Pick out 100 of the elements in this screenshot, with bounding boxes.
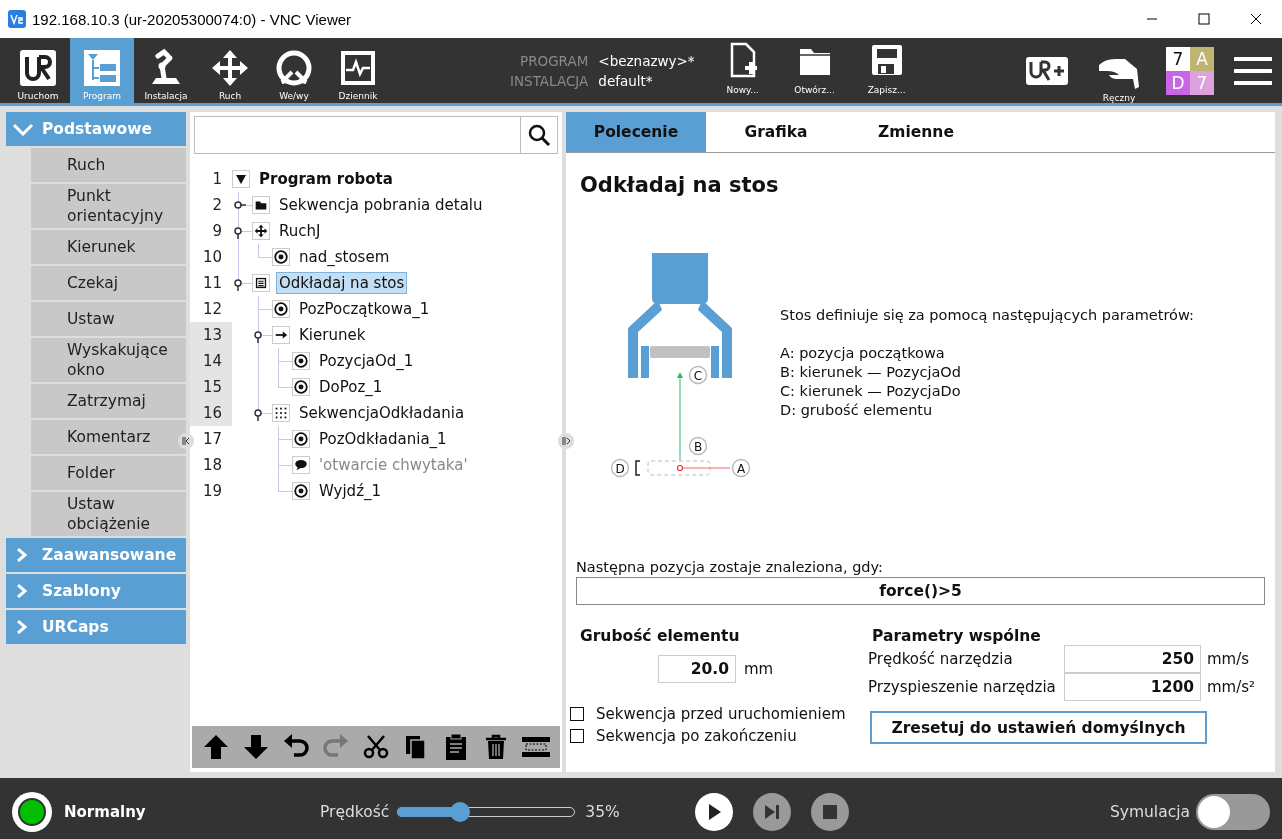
tree-node[interactable]: Wyjdź_1 xyxy=(316,480,385,502)
common-params-title: Parametry wspólne xyxy=(872,627,1042,645)
maximize-icon[interactable] xyxy=(1198,13,1210,25)
chevron-icon xyxy=(12,122,34,136)
line-number: 10 xyxy=(201,247,223,268)
speed-grid[interactable]: 7 A D 7 xyxy=(1166,46,1214,95)
open-file-button[interactable]: Otwórz... xyxy=(782,38,847,103)
program-name: <beznazwy>* xyxy=(598,51,695,71)
menu-icon[interactable] xyxy=(1234,55,1272,86)
parameter-text: D: grubość elementu xyxy=(780,401,934,420)
tree-node[interactable]: PozOdkładania_1 xyxy=(316,428,450,450)
plus-logo-icon[interactable] xyxy=(1026,56,1068,85)
line-number: 17 xyxy=(201,429,223,450)
comment-icon xyxy=(292,456,310,474)
checkbox[interactable] xyxy=(570,729,584,743)
parameter-text: C: kierunek — PozycjaDo xyxy=(780,382,962,401)
condition-label: Następna pozycja zostaje znaleziona, gdy: xyxy=(576,559,884,575)
search-field[interactable] xyxy=(194,116,558,154)
arrow-down-icon[interactable] xyxy=(242,733,270,761)
command-item[interactable]: Ruch xyxy=(31,148,186,182)
waveform-icon xyxy=(338,48,378,88)
line-number: 18 xyxy=(201,455,223,476)
line-number: 13 xyxy=(190,322,232,348)
splitter-handle-icon[interactable] xyxy=(558,433,574,449)
checkbox-label: Sekwencja przed uruchomieniem xyxy=(596,705,846,723)
expand-handle[interactable] xyxy=(254,409,262,421)
tree-node[interactable]: SekwencjaOdkładania xyxy=(296,402,468,424)
tree-node[interactable]: Program robota xyxy=(256,168,396,190)
expand-toggle-icon[interactable] xyxy=(232,170,250,188)
parameter-field[interactable]: 250 xyxy=(1064,645,1201,673)
expand-handle[interactable] xyxy=(234,201,246,209)
parameter-field[interactable]: 1200 xyxy=(1064,673,1201,701)
tree-node[interactable]: Sekwencja pobrania detalu xyxy=(276,194,486,216)
stack-outline xyxy=(647,460,711,476)
waypoint-icon xyxy=(292,430,310,448)
line-number: 19 xyxy=(201,481,223,502)
line-number: 15 xyxy=(190,374,232,400)
installation-label: INSTALACJA xyxy=(510,71,589,91)
arrow-up-icon[interactable] xyxy=(202,733,230,761)
program-label: PROGRAM xyxy=(519,51,589,71)
tree-node[interactable]: PozPoczątkowa_1 xyxy=(296,298,433,320)
tree-node[interactable]: Odkładaj na stos xyxy=(276,272,408,294)
speed-reading: 35% xyxy=(585,802,621,821)
description-text: Stos definiuje się za pomocą następujących parametrów: xyxy=(780,306,1194,325)
thickness-field[interactable]: 20.0 xyxy=(658,655,736,683)
expand-handle[interactable] xyxy=(254,331,262,343)
tree-node[interactable]: Kierunek xyxy=(296,324,369,346)
command-item[interactable]: Ustaw xyxy=(31,302,186,336)
point-label: B xyxy=(688,436,708,456)
line-number: 12 xyxy=(201,299,223,320)
command-item[interactable]: Wyskakujące okno xyxy=(31,338,186,382)
point-label: A xyxy=(731,458,751,478)
command-item[interactable]: Ustaw obciążenie xyxy=(31,492,186,536)
tree-node[interactable]: RuchJ xyxy=(276,220,324,242)
expand-handle[interactable] xyxy=(234,227,242,239)
command-item[interactable]: Komentarz xyxy=(31,420,186,454)
unit-label: mm/s xyxy=(1207,650,1251,668)
window-title: 192.168.10.3 (ur-20205300074:0) - VNC Viewer xyxy=(32,10,353,28)
tree-node[interactable]: DoPoz_1 xyxy=(316,376,386,398)
tab[interactable]: Polecenie xyxy=(566,112,706,152)
line-number: 14 xyxy=(190,348,232,374)
save-file-button[interactable]: Zapisz... xyxy=(854,38,919,103)
sequence-icon xyxy=(272,404,290,422)
command-title: Odkładaj na stos xyxy=(580,173,780,197)
tree-node[interactable]: 'otwarcie chwytaka' xyxy=(316,454,471,476)
command-item[interactable]: Folder xyxy=(31,456,186,490)
installation-name: default* xyxy=(598,71,654,91)
waypoint-icon xyxy=(292,378,310,396)
command-item[interactable]: Kierunek xyxy=(31,230,186,264)
waypoint-icon xyxy=(292,482,310,500)
program-tree-icon xyxy=(82,48,122,88)
folder-icon xyxy=(252,196,270,214)
new-file-button[interactable]: Nowy... xyxy=(710,38,775,103)
condition-field[interactable]: force()>5 xyxy=(576,577,1265,605)
cycle-arrows-icon xyxy=(274,48,314,88)
stack-icon xyxy=(252,274,270,292)
app-icon xyxy=(8,10,26,28)
reset-button[interactable]: Zresetuj do ustawień domyślnych xyxy=(870,711,1207,744)
status-text: Normalny xyxy=(64,802,147,821)
scissors-icon[interactable] xyxy=(362,733,390,761)
unit-label: mm xyxy=(744,660,774,678)
waypoint-icon xyxy=(292,352,310,370)
tree-node[interactable]: PozycjaOd_1 xyxy=(316,350,417,372)
move-arrows-icon xyxy=(210,48,250,88)
command-item[interactable]: Zatrzymaj xyxy=(31,384,186,418)
close-icon[interactable] xyxy=(1250,13,1262,25)
mode-button[interactable]: Ręczny xyxy=(1088,38,1150,103)
checkbox[interactable] xyxy=(570,707,584,721)
expand-handle[interactable] xyxy=(234,279,242,291)
line-number: 9 xyxy=(211,221,223,242)
command-item[interactable]: Czekaj xyxy=(31,266,186,300)
simulation-toggle[interactable] xyxy=(1196,793,1270,830)
play-button[interactable] xyxy=(695,792,734,831)
splitter-handle-icon[interactable] xyxy=(178,433,194,449)
line-number: 1 xyxy=(211,169,223,190)
command-item[interactable]: Punkt orientacyjny xyxy=(31,184,186,228)
parameter-text: A: pozycja początkowa xyxy=(780,344,946,363)
tree-node[interactable]: nad_stosem xyxy=(296,246,393,268)
waypoint-icon xyxy=(272,300,290,318)
move-icon xyxy=(252,222,270,240)
